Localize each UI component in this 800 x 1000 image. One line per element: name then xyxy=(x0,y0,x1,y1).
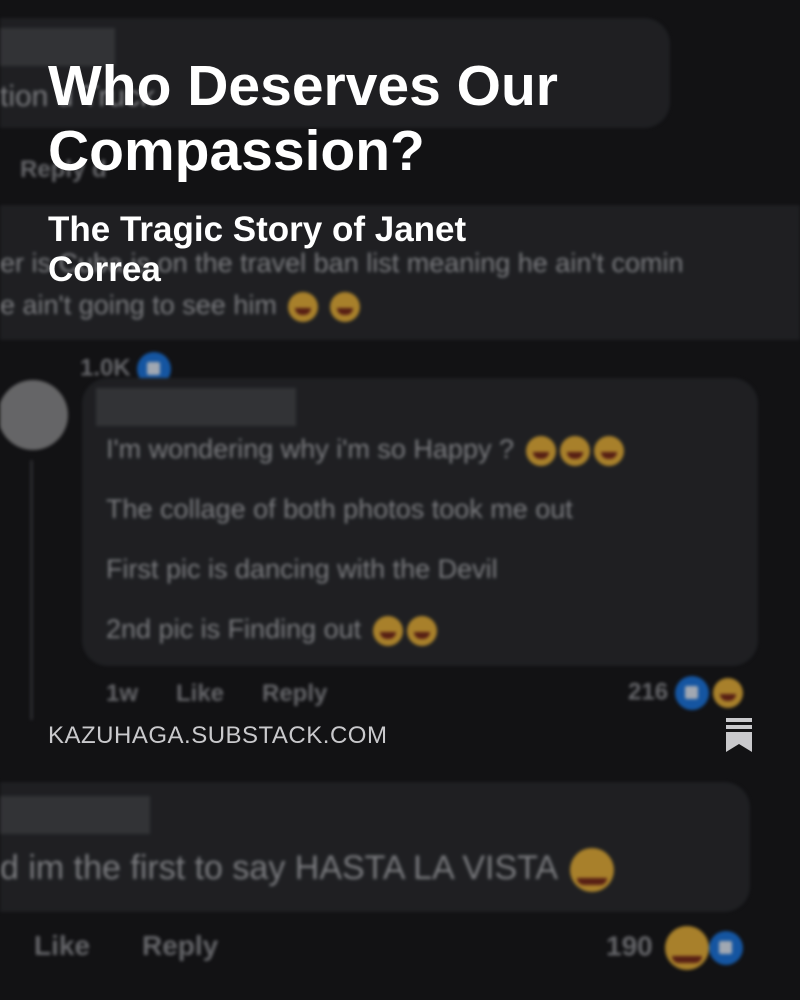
post-subtitle: The Tragic Story of Janet Correa xyxy=(48,210,467,289)
publication-domain[interactable]: KAZUHAGA.SUBSTACK.COM xyxy=(48,722,387,750)
post-title: Who Deserves Our Compassion? xyxy=(48,54,558,183)
bookmark-icon[interactable] xyxy=(726,718,752,752)
